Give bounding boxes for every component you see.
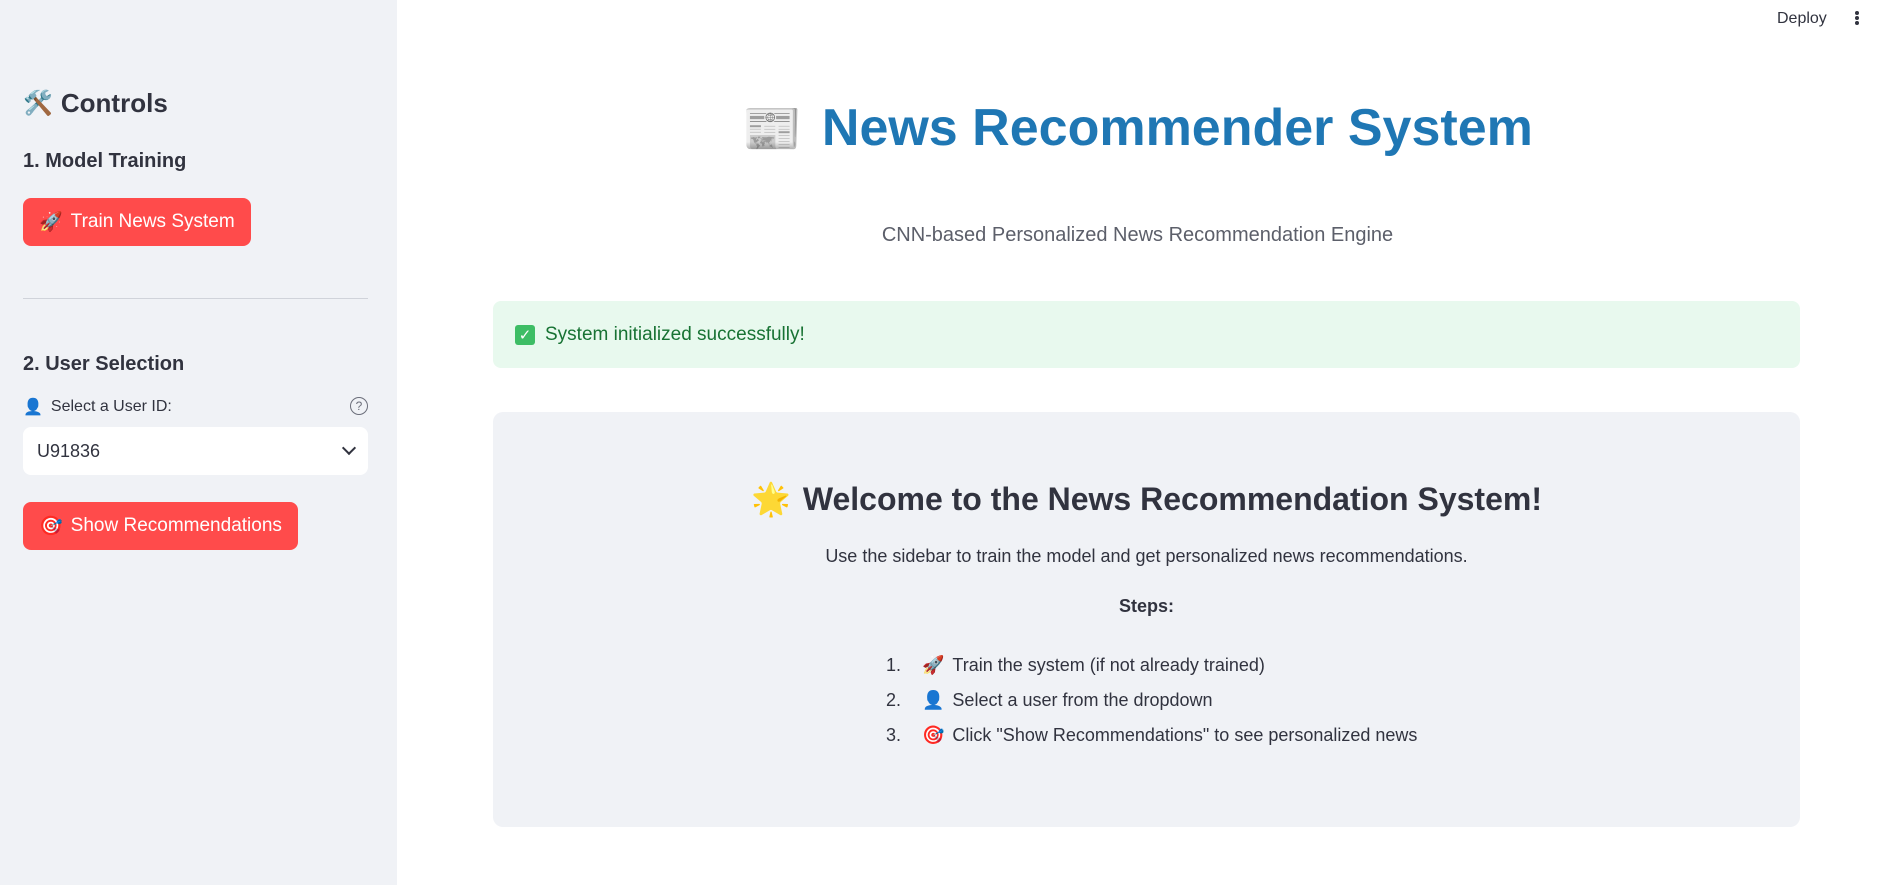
help-icon[interactable]: ? <box>350 397 368 415</box>
main-menu-icon[interactable] <box>1851 8 1863 28</box>
success-alert: ✓ System initialized successfully! <box>493 301 1800 368</box>
user-icon: 👤 <box>922 690 945 710</box>
select-user-label-text: Select a User ID: <box>50 398 172 415</box>
steps-heading: Steps: <box>1118 596 1174 616</box>
sidebar-title-label: Controls <box>60 88 168 118</box>
welcome-heading-text: Welcome to the News Recommendation Syste… <box>802 480 1542 517</box>
star-icon: 🌟 <box>751 481 791 517</box>
train-news-system-button[interactable]: 🚀 Train News System <box>23 198 251 246</box>
show-recommendations-button[interactable]: 🎯 Show Recommendations <box>23 502 298 550</box>
welcome-card: 🌟 Welcome to the News Recommendation Sys… <box>493 412 1800 827</box>
deploy-button[interactable]: Deploy <box>1773 8 1831 30</box>
show-recommendations-label: Show Recommendations <box>70 515 282 536</box>
welcome-description: Use the sidebar to train the model and g… <box>825 546 1468 566</box>
user-icon: 👤 <box>23 399 43 416</box>
train-button-label: Train News System <box>70 211 235 232</box>
step-number: 1. <box>886 655 902 675</box>
steps-list: 1. 🚀 Train the system (if not already tr… <box>886 648 1417 753</box>
welcome-heading: 🌟 Welcome to the News Recommendation Sys… <box>493 480 1800 518</box>
step-text: Click "Show Recommendations" to see pers… <box>952 725 1418 745</box>
target-icon: 🎯 <box>39 516 63 537</box>
model-training-heading: 1. Model Training <box>23 150 187 172</box>
sidebar: 🛠️ Controls 1. Model Training 🚀 Train Ne… <box>0 0 397 885</box>
step-number: 2. <box>886 690 902 710</box>
sidebar-divider <box>23 298 368 299</box>
rocket-icon: 🚀 <box>922 655 945 675</box>
page-title-text: News Recommender System <box>821 99 1533 157</box>
newspaper-icon: 📰 <box>742 102 802 156</box>
step-number: 3. <box>886 725 902 745</box>
page-subtitle: CNN-based Personalized News Recommendati… <box>881 224 1394 246</box>
list-item: 2. 👤 Select a user from the dropdown <box>886 683 1417 718</box>
user-id-select[interactable]: U91836 <box>23 427 368 475</box>
page-title: 📰 News Recommender System <box>397 98 1878 158</box>
step-text: Select a user from the dropdown <box>952 690 1213 710</box>
user-selection-heading: 2. User Selection <box>23 353 185 375</box>
tools-icon: 🛠️ <box>23 90 53 117</box>
list-item: 1. 🚀 Train the system (if not already tr… <box>886 648 1417 683</box>
success-message: System initialized successfully! <box>545 323 805 345</box>
rocket-icon: 🚀 <box>39 212 63 233</box>
list-item: 3. 🎯 Click "Show Recommendations" to see… <box>886 718 1417 753</box>
chevron-down-icon <box>341 440 357 456</box>
user-id-selected-value: U91836 <box>37 440 101 461</box>
sidebar-title: 🛠️ Controls <box>23 88 168 119</box>
target-icon: 🎯 <box>922 725 945 745</box>
check-icon: ✓ <box>515 324 535 345</box>
select-user-label: 👤 Select a User ID: ? <box>23 397 368 417</box>
step-text: Train the system (if not already trained… <box>952 655 1265 675</box>
